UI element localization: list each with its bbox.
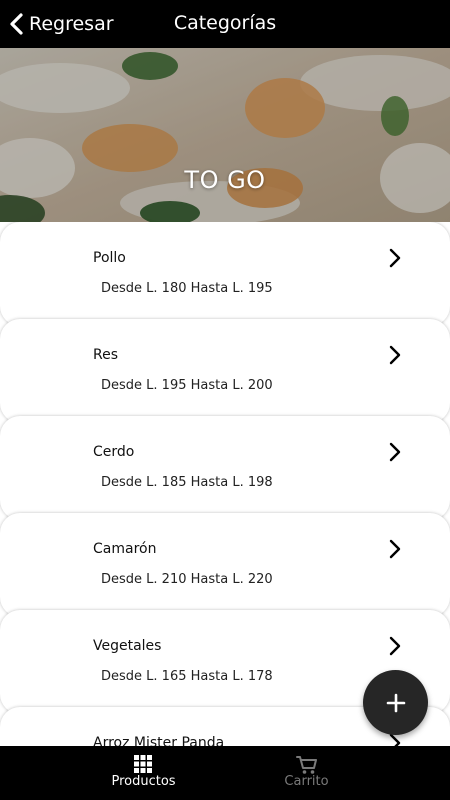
chevron-right-icon — [389, 345, 401, 365]
hero-banner: TO GO — [0, 48, 450, 222]
category-name: Camarón — [93, 541, 157, 557]
top-bar: Regresar Categorías — [0, 0, 450, 48]
chevron-right-icon — [389, 539, 401, 559]
add-button[interactable] — [363, 670, 428, 735]
nav-tab-carrito[interactable]: Carrito — [194, 746, 419, 800]
grid-icon — [134, 755, 152, 773]
chevron-right-icon — [389, 442, 401, 462]
category-card-pollo[interactable]: Pollo Desde L. 180 Hasta L. 195 — [0, 222, 450, 326]
category-card-camaron[interactable]: Camarón Desde L. 210 Hasta L. 220 — [0, 513, 450, 617]
category-price-range: Desde L. 180 Hasta L. 195 — [101, 281, 273, 296]
category-name: Arroz Mister Panda — [93, 735, 225, 746]
page-title: Categorías — [173, 12, 277, 34]
cart-icon — [296, 756, 317, 774]
nav-label-carrito: Carrito — [284, 774, 329, 789]
category-card-cerdo[interactable]: Cerdo Desde L. 185 Hasta L. 198 — [0, 416, 450, 520]
category-name: Pollo — [93, 250, 126, 266]
category-price-range: Desde L. 210 Hasta L. 220 — [101, 572, 273, 587]
category-price-range: Desde L. 185 Hasta L. 198 — [101, 475, 273, 490]
category-list[interactable]: Pollo Desde L. 180 Hasta L. 195 Res Desd… — [0, 222, 450, 746]
hero-title: TO GO — [184, 166, 266, 194]
category-name: Res — [93, 347, 119, 363]
category-price-range: Desde L. 195 Hasta L. 200 — [101, 378, 273, 393]
category-card-res[interactable]: Res Desde L. 195 Hasta L. 200 — [0, 319, 450, 423]
hero-food-image — [0, 48, 450, 222]
category-price-range: Desde L. 165 Hasta L. 178 — [101, 669, 273, 684]
category-name: Vegetales — [93, 638, 162, 654]
plus-icon — [386, 693, 405, 712]
chevron-right-icon — [389, 248, 401, 268]
bottom-nav: Productos Carrito — [0, 746, 450, 800]
category-name: Cerdo — [93, 444, 135, 460]
chevron-right-icon — [389, 636, 401, 656]
